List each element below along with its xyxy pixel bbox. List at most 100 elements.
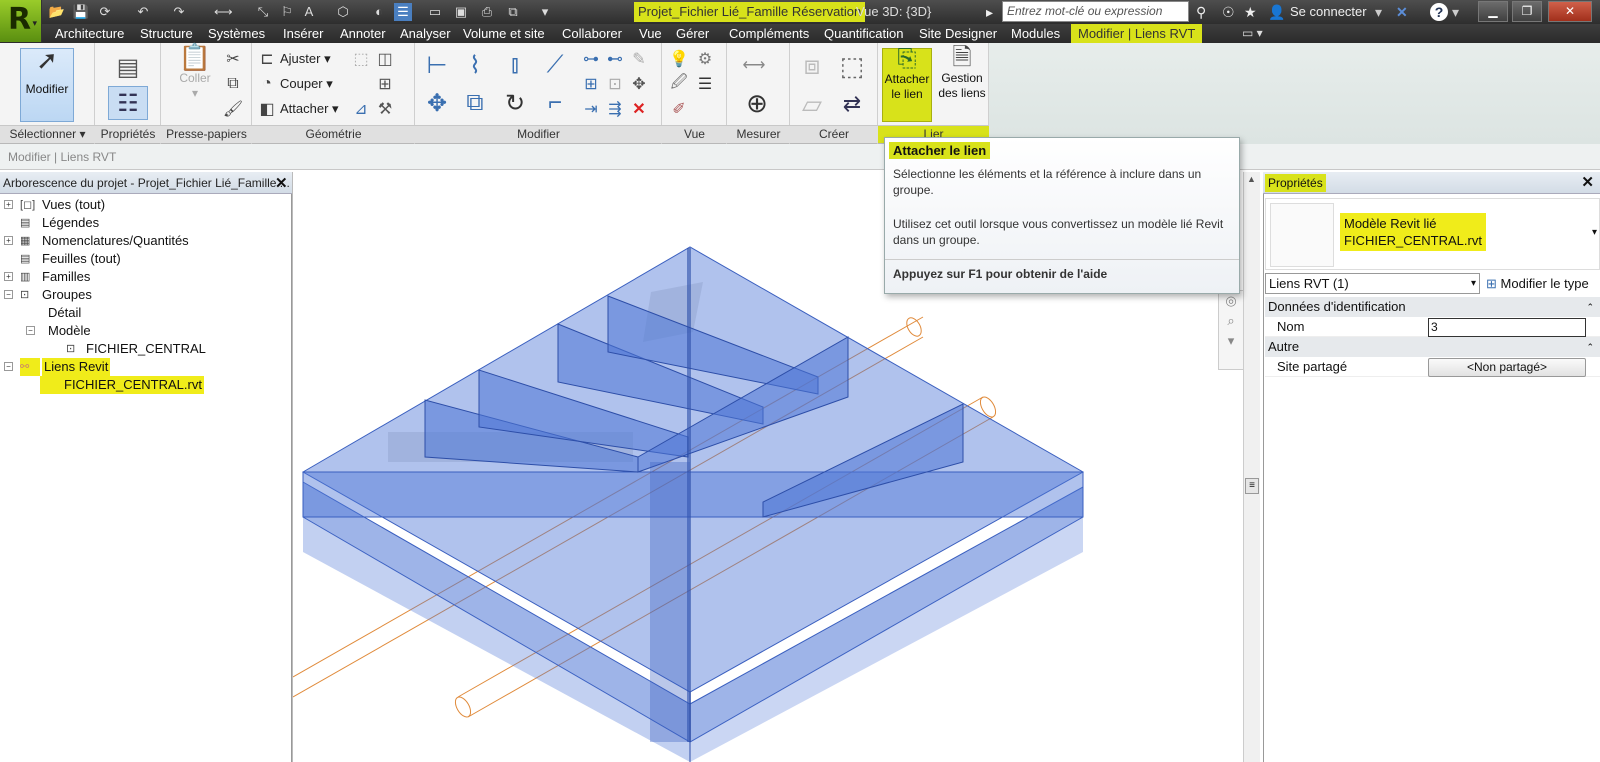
tree-toggle-icon[interactable]: + [4, 236, 13, 245]
copy-icon[interactable]: ⧉ [222, 73, 244, 95]
app-menu-button[interactable]: R ▾ [0, 0, 42, 42]
zoom-icon[interactable]: ⌕ [1219, 311, 1243, 331]
tree-toggle-icon[interactable]: − [4, 362, 13, 371]
match-type-icon[interactable]: 🖌 [222, 98, 244, 120]
close-hidden-icon[interactable]: ▭ [426, 3, 444, 21]
communication-icon[interactable]: ☉ [1222, 3, 1235, 21]
tag-icon[interactable]: ⚐ [278, 3, 296, 21]
text-icon[interactable]: A [300, 3, 318, 21]
rotate-icon[interactable]: ↻ [500, 88, 530, 118]
tab-14[interactable]: Modifier | Liens RVT [1071, 24, 1203, 43]
tree-item[interactable]: −⚯Liens Revit⚯ [0, 358, 290, 376]
tree-item[interactable]: ⊡ FICHIER_CENTRAL [0, 340, 290, 358]
paint-icon[interactable]: ◫ [374, 48, 396, 70]
tab-6[interactable]: Volume et site [456, 24, 552, 43]
open-icon[interactable]: 📂 [48, 3, 66, 21]
edit-type-button[interactable]: ⊞ Modifier le type [1486, 274, 1589, 293]
trim-single-icon[interactable]: ⇥ [580, 98, 602, 120]
tree-item[interactable]: − ⊡ Groupes [0, 286, 290, 304]
prop-nom-input[interactable]: 3 [1428, 318, 1586, 337]
brush-icon[interactable]: ✐ [668, 98, 690, 120]
tree-toggle-icon[interactable]: − [4, 290, 13, 299]
user-icon[interactable]: 👤 [1268, 3, 1285, 21]
3d-view-icon[interactable]: ⬡ [334, 3, 352, 21]
tab-7[interactable]: Collaborer [555, 24, 629, 43]
print-icon[interactable]: ⎙ [478, 3, 496, 21]
visibility-icon[interactable]: ⚙ [694, 48, 716, 70]
array-icon[interactable]: ⊞ [580, 73, 602, 95]
ribbon-options-icon[interactable]: ▭ ▾ [1242, 26, 1263, 40]
unpin-icon[interactable]: ✥ [628, 73, 650, 95]
mirror-axis-icon[interactable]: ⫾ [500, 50, 530, 80]
copy-element-icon[interactable]: ⧉ [460, 88, 490, 118]
tree-toggle-icon[interactable]: + [4, 272, 13, 281]
join-button[interactable]: Attacher ▾ [280, 99, 339, 119]
tree-toggle-icon[interactable]: + [4, 200, 13, 209]
pin-icon[interactable]: ✎ [628, 48, 650, 70]
create-parts-icon[interactable]: ⬚ [836, 50, 868, 82]
switch-windows-icon[interactable]: ⧉ [504, 3, 522, 21]
tab-10[interactable]: Compléments [722, 24, 816, 43]
hide-isolate-icon[interactable]: 💡 [668, 48, 690, 70]
move-icon[interactable]: ✥ [422, 88, 452, 118]
dimension-icon[interactable]: ⤡ [254, 3, 272, 21]
group-other[interactable]: Autre ⌃ [1265, 337, 1600, 357]
tab-11[interactable]: Quantification [817, 24, 911, 43]
tree-item[interactable]: ▤ Feuilles (tout) [0, 250, 290, 268]
type-dropdown-icon[interactable]: ▾ [1592, 227, 1597, 238]
tab-9[interactable]: Gérer [669, 24, 716, 43]
tree-item[interactable]: ▤ Légendes [0, 214, 290, 232]
cut-icon[interactable]: ✂ [222, 48, 244, 70]
align-icon[interactable]: ⊢ [422, 50, 452, 80]
cope-icon[interactable]: ⊏ [256, 48, 278, 70]
navigation-bar[interactable]: ◎ ⌕ ▾ [1218, 290, 1244, 370]
dimension-aligned-icon[interactable]: ⊕ [740, 88, 774, 118]
linework-icon[interactable]: ☰ [694, 73, 716, 95]
tab-2[interactable]: Systèmes [201, 24, 272, 43]
section-icon[interactable]: ◐ [370, 3, 388, 21]
join-icon[interactable]: ◧ [256, 98, 278, 120]
demolish-icon[interactable]: ⊿ [350, 98, 372, 120]
cut-geometry-icon[interactable]: ◔ [256, 73, 278, 95]
tab-1[interactable]: Structure [133, 24, 200, 43]
tab-4[interactable]: Annoter [333, 24, 393, 43]
split-face-icon[interactable]: ⬚ [350, 48, 372, 70]
split-gap-icon[interactable]: ⊷ [604, 48, 626, 70]
tree-item[interactable]: + [◻] Vues (tout) [0, 196, 290, 214]
hammer-icon[interactable]: ⚒ [374, 98, 396, 120]
type-selector[interactable]: Modèle Revit lié FICHIER_CENTRAL.rvt ▾ [1265, 198, 1600, 270]
wall-joins-icon[interactable]: ⊞ [374, 73, 396, 95]
sync-icon[interactable]: ⟳ [96, 3, 114, 21]
customize-qat-icon[interactable]: ▾ [536, 3, 554, 21]
shared-site-button[interactable]: <Non partagé> [1428, 358, 1586, 377]
cut-geometry-button[interactable]: Couper ▾ [280, 74, 333, 94]
split-icon[interactable]: ⊶ [580, 48, 602, 70]
favorites-icon[interactable]: ★ [1244, 3, 1257, 21]
help-icon[interactable]: ? [1430, 3, 1448, 21]
login-dropdown-icon[interactable]: ▾ [1375, 3, 1382, 21]
group-identity[interactable]: Données d'identification ⌃ [1265, 297, 1600, 317]
tree-item[interactable]: Détail [0, 304, 290, 322]
tree-toggle-icon[interactable]: − [26, 326, 35, 335]
steering-wheel-icon[interactable]: ◎ [1219, 291, 1243, 311]
create-group-icon[interactable]: ▱ [796, 88, 828, 120]
expand-icon[interactable]: ▸ [986, 3, 993, 21]
instance-filter-select[interactable]: Liens RVT (1) ▾ [1265, 273, 1480, 294]
panel-label-select[interactable]: Sélectionner ▾ [0, 125, 95, 143]
viewport-scrollbar[interactable]: ▲ ≡ [1243, 172, 1260, 762]
cope-button[interactable]: Ajuster ▾ [280, 49, 331, 69]
measure-between-icon[interactable]: ⟷ [736, 54, 772, 76]
type-properties-icon[interactable]: ▤ [112, 52, 144, 82]
close-window-button[interactable]: ✕ [1548, 1, 1592, 22]
override-graphics-icon[interactable]: 🖉 [668, 73, 690, 95]
close-properties-icon[interactable]: ✕ [1581, 173, 1594, 191]
scroll-thumb-icon[interactable]: ≡ [1245, 478, 1259, 494]
trim-icon[interactable]: ⌐ [540, 88, 570, 118]
search-input[interactable]: Entrez mot-clé ou expression [1002, 1, 1189, 22]
close-browser-icon[interactable]: ✕ [275, 174, 288, 192]
tab-3[interactable]: Insérer [276, 24, 330, 43]
offset-icon[interactable]: ⌇ [460, 50, 490, 80]
create-assembly-icon[interactable]: ⧈ [796, 50, 828, 82]
undo-icon[interactable]: ↶ [134, 3, 152, 21]
nav-dropdown-icon[interactable]: ▾ [1219, 331, 1243, 351]
